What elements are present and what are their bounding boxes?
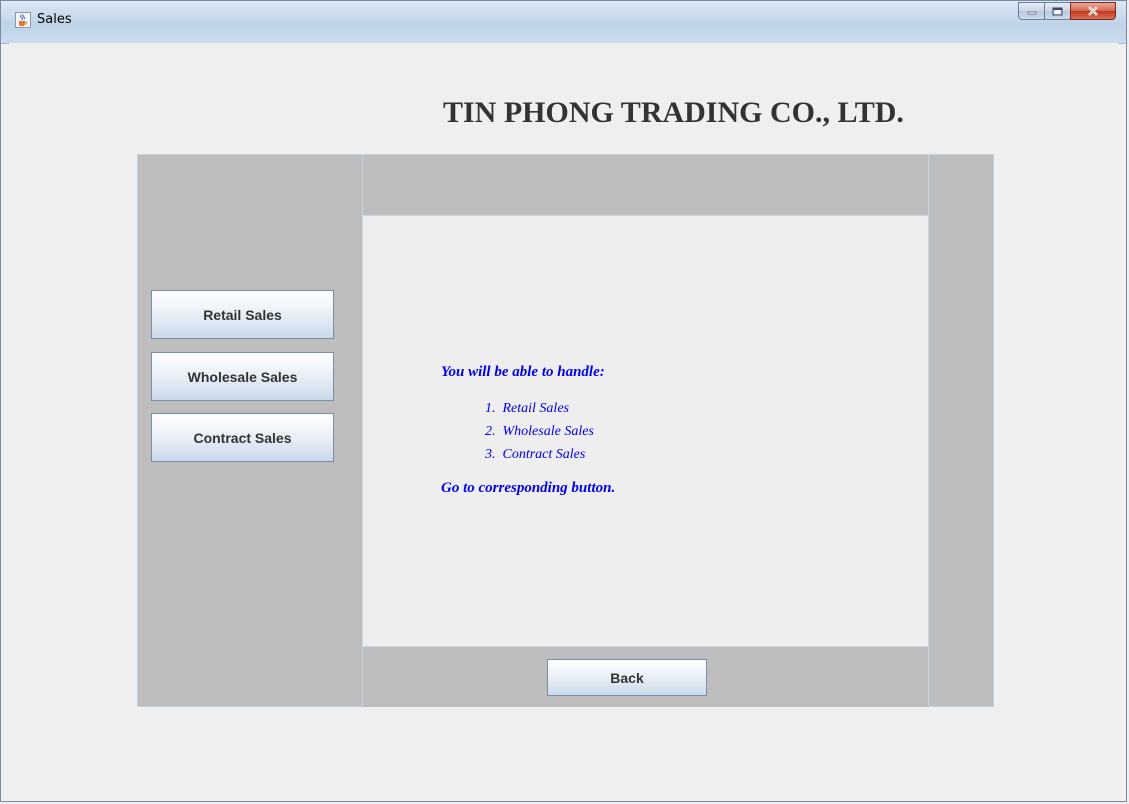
list-item-text: Wholesale Sales [502, 424, 594, 439]
close-icon[interactable] [1070, 2, 1116, 20]
info-heading: You will be able to handle: [441, 364, 605, 380]
minimize-icon[interactable] [1018, 2, 1045, 20]
company-heading: TIN PHONG TRADING CO., LTD. [443, 96, 904, 129]
list-item-text: Retail Sales [502, 401, 570, 416]
list-item: 2. Wholesale Sales [485, 420, 615, 443]
contract-sales-button[interactable]: Contract Sales [151, 413, 334, 462]
bottom-bar: Back [363, 646, 929, 707]
main-panel: Retail Sales Wholesale Sales Contract Sa… [137, 154, 994, 707]
back-button[interactable]: Back [547, 659, 707, 696]
sidebar-panel: Retail Sales Wholesale Sales Contract Sa… [138, 155, 363, 706]
info-footer: Go to corresponding button. [441, 480, 616, 496]
content-area: TIN PHONG TRADING CO., LTD. Retail Sales… [9, 43, 1118, 793]
list-item-number: 3. [485, 447, 496, 462]
top-bar [363, 155, 929, 216]
wholesale-sales-button[interactable]: Wholesale Sales [151, 352, 334, 401]
java-cup-icon [15, 12, 31, 28]
list-item: 1. Retail Sales [485, 397, 615, 420]
sales-window: Sales TIN PHONG TRADING CO., LTD. Retail… [0, 0, 1127, 802]
window-title: Sales [37, 12, 72, 27]
title-bar[interactable]: Sales [1, 1, 1126, 44]
right-strip [928, 155, 993, 706]
retail-sales-button[interactable]: Retail Sales [151, 290, 334, 339]
list-item-number: 1. [485, 401, 496, 416]
maximize-icon[interactable] [1044, 2, 1071, 20]
info-text: You will be able to handle: 1. Retail Sa… [441, 364, 615, 497]
info-list: 1. Retail Sales 2. Wholesale Sales 3. Co… [441, 397, 615, 466]
window-controls [1018, 2, 1116, 20]
list-item-text: Contract Sales [502, 447, 586, 462]
info-panel: You will be able to handle: 1. Retail Sa… [363, 216, 929, 646]
list-item-number: 2. [485, 424, 496, 439]
list-item: 3. Contract Sales [485, 443, 615, 466]
